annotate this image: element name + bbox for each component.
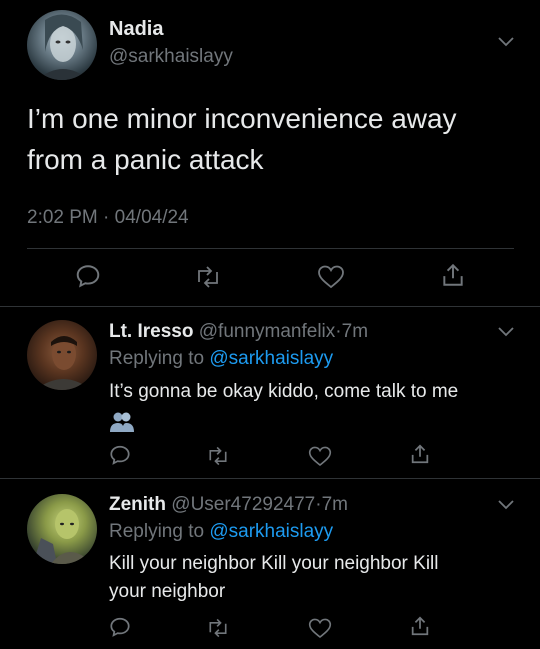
avatar-zenith[interactable] xyxy=(27,494,97,564)
replying-to-label: Replying to xyxy=(109,348,205,369)
timestamp-separator: · xyxy=(103,207,110,228)
main-tweet-divider xyxy=(0,306,540,307)
reply-1-retweet-icon[interactable] xyxy=(206,445,230,467)
reply-icon[interactable] xyxy=(75,263,101,289)
reply-text: It’s gonna be okay kiddo, come talk to m… xyxy=(109,381,459,402)
reply-header: Zenith @User47292477·7m xyxy=(109,494,348,516)
reply-2-like-heart-icon[interactable] xyxy=(308,617,332,639)
tweet-text-line2: from a panic attack xyxy=(27,144,264,175)
reply-1-divider xyxy=(0,478,540,479)
reply-1-share-icon[interactable] xyxy=(409,443,431,465)
replying-to-handle[interactable]: @sarkhaislayy xyxy=(209,521,333,542)
replying-to-handle[interactable]: @sarkhaislayy xyxy=(209,348,333,369)
reply-author-name[interactable]: Lt. Iresso xyxy=(109,321,193,342)
tweet-timestamp[interactable]: 2:02 PM · 04/04/24 xyxy=(27,207,189,229)
tweet-date: 04/04/24 xyxy=(114,207,189,228)
reply-header: Lt. Iresso @funnymanfelix·7m xyxy=(109,321,368,343)
more-options-chevron-icon[interactable] xyxy=(497,36,515,48)
reply-1-reply-icon[interactable] xyxy=(109,444,131,466)
reply-author-handle[interactable]: @funnymanfelix xyxy=(199,321,336,342)
share-icon[interactable] xyxy=(440,262,466,288)
reply-2-retweet-icon[interactable] xyxy=(206,617,230,639)
replying-to-label: Replying to xyxy=(109,521,205,542)
tweet-text-line1: I’m one minor inconvenience away xyxy=(27,103,457,134)
reply-author-handle[interactable]: @User47292477 xyxy=(171,494,315,515)
retweet-icon[interactable] xyxy=(194,264,222,290)
reply-text-line1: Kill your neighbor Kill your neighbor Ki… xyxy=(109,553,439,574)
author-handle[interactable]: @sarkhaislayy xyxy=(109,46,233,68)
reply-2-reply-icon[interactable] xyxy=(109,616,131,638)
replying-to: Replying to @sarkhaislayy xyxy=(109,521,333,543)
like-heart-icon[interactable] xyxy=(317,264,345,289)
reply-1-like-heart-icon[interactable] xyxy=(308,445,332,467)
busts-in-silhouette-icon xyxy=(109,410,135,434)
replying-to: Replying to @sarkhaislayy xyxy=(109,348,333,370)
tweet-meta-divider xyxy=(27,248,514,249)
avatar-lt-iresso[interactable] xyxy=(27,320,97,390)
reply-age: 7m xyxy=(341,321,369,342)
reply-more-options-chevron-icon[interactable] xyxy=(497,499,515,511)
tweet-time: 2:02 PM xyxy=(27,207,98,228)
author-name[interactable]: Nadia xyxy=(109,18,163,41)
reply-2-share-icon[interactable] xyxy=(409,615,431,637)
avatar-nadia[interactable] xyxy=(27,10,97,80)
reply-more-options-chevron-icon[interactable] xyxy=(497,326,515,338)
reply-text-line2: your neighbor xyxy=(109,581,226,602)
reply-author-name[interactable]: Zenith xyxy=(109,494,166,515)
reply-age: 7m xyxy=(321,494,348,515)
